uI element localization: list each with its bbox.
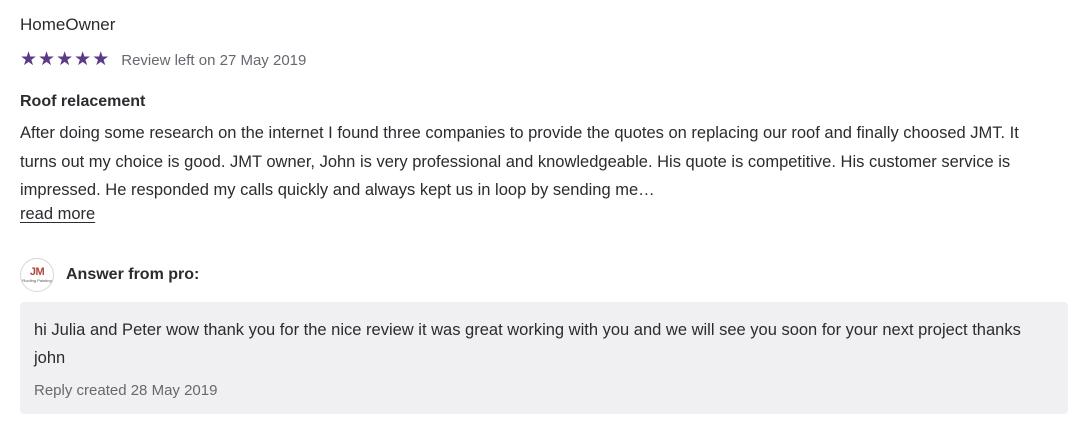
pro-logo-subtext: Roofing Painting	[22, 278, 52, 283]
read-more-link[interactable]: read more	[20, 205, 95, 224]
star-icon: ★	[20, 49, 38, 70]
pro-reply-text: hi Julia and Peter wow thank you for the…	[34, 321, 1021, 367]
pro-reply-box: hi Julia and Peter wow thank you for the…	[20, 302, 1068, 414]
review-body: After doing some research on the interne…	[20, 124, 1019, 199]
reviewer-name: HomeOwner	[20, 15, 116, 34]
review-title: Roof relacement	[20, 93, 146, 110]
star-rating: ★ ★ ★ ★ ★	[20, 50, 109, 70]
pro-answer-header: JM Roofing Painting Answer from pro:	[20, 258, 199, 292]
star-icon: ★	[74, 49, 92, 70]
star-icon: ★	[56, 49, 74, 70]
pro-logo: JM Roofing Painting	[20, 258, 54, 292]
review-meta: ★ ★ ★ ★ ★ Review left on 27 May 2019	[20, 50, 306, 70]
star-icon: ★	[38, 49, 56, 70]
reply-date: Reply created 28 May 2019	[34, 382, 218, 399]
star-icon: ★	[92, 49, 110, 70]
pro-logo-text: JM	[29, 266, 45, 278]
answer-label: Answer from pro:	[66, 266, 200, 283]
review-date: Review left on 27 May 2019	[121, 51, 307, 69]
